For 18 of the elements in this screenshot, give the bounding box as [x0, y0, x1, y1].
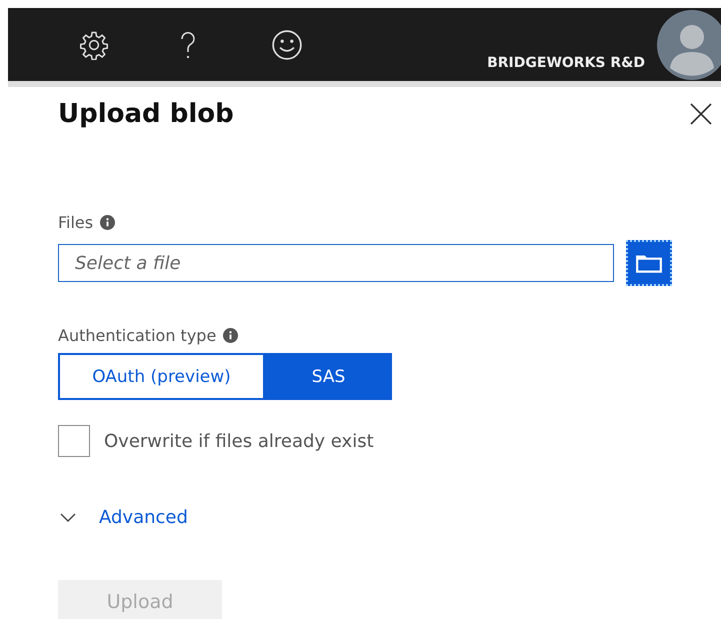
avatar-icon[interactable]: [657, 10, 721, 80]
chevron-icon[interactable]: [60, 512, 76, 522]
advanced-link[interactable]: Advanced: [99, 507, 188, 528]
file-input-field[interactable]: Select a file: [58, 244, 614, 282]
info-icon[interactable]: [223, 328, 238, 343]
smiley-icon[interactable]: [271, 28, 303, 60]
panel-title: Upload blob: [58, 99, 234, 129]
auth-option[interactable]: OAuth (preview): [58, 353, 265, 400]
files-label: Files: [58, 213, 94, 232]
browse-button[interactable]: [626, 240, 672, 286]
auth-type-label: Authentication type: [58, 326, 216, 345]
auth-option[interactable]: SAS: [265, 353, 392, 400]
overwrite-label: Overwrite if files already exist: [104, 430, 374, 452]
account-name: BRIDGEWORKS R&D: [487, 55, 645, 71]
info-icon[interactable]: [100, 215, 116, 230]
overwrite-checkbox[interactable]: [58, 425, 90, 457]
close-icon[interactable]: [689, 102, 713, 126]
settings-icon[interactable]: [79, 30, 109, 60]
